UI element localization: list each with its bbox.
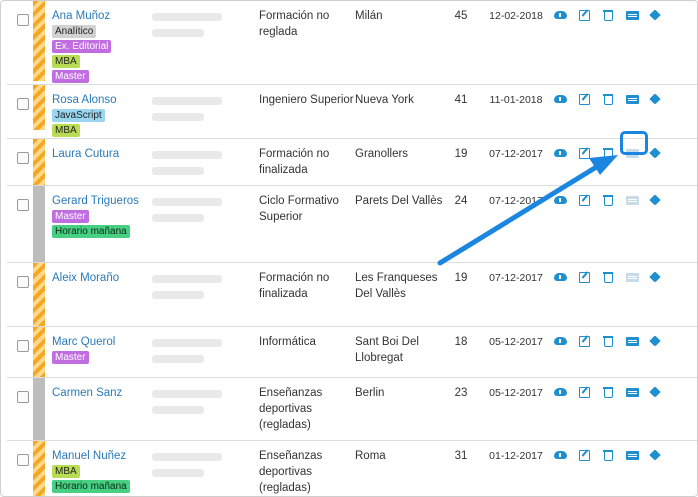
annotation-arrow: [437, 155, 618, 266]
